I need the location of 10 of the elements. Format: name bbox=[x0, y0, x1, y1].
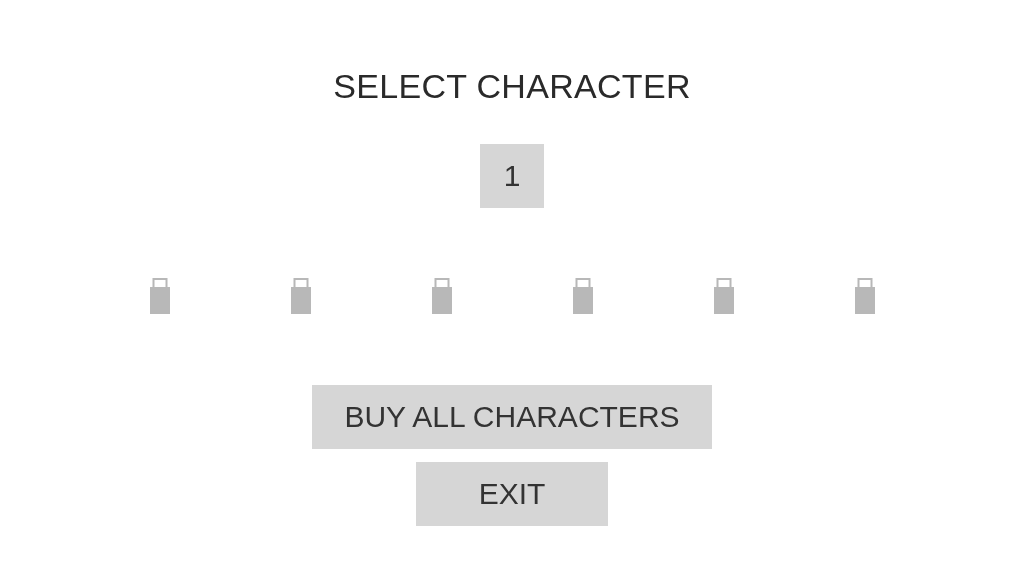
exit-button[interactable]: EXIT bbox=[416, 462, 608, 526]
buy-all-button[interactable]: BUY ALL CHARACTERS bbox=[312, 385, 712, 449]
screen-title: SELECT CHARACTER bbox=[333, 66, 691, 106]
padlock-icon[interactable] bbox=[431, 278, 452, 314]
padlock-icon[interactable] bbox=[713, 278, 734, 314]
character-number: 1 bbox=[480, 144, 544, 208]
padlock-icon[interactable] bbox=[854, 278, 875, 314]
padlock-icon[interactable] bbox=[149, 278, 170, 314]
padlock-icon[interactable] bbox=[290, 278, 311, 314]
padlock-icon[interactable] bbox=[572, 278, 593, 314]
